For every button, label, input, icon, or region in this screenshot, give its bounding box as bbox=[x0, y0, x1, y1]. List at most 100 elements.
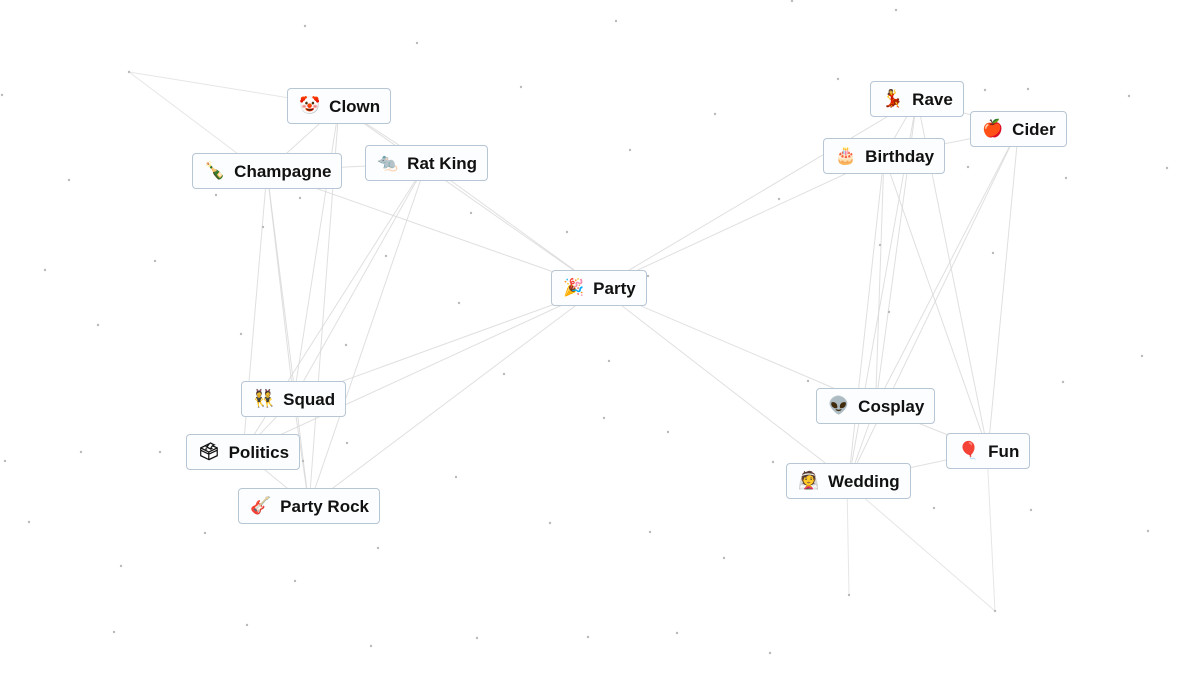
element-politics[interactable]: 🗳 Politics bbox=[186, 434, 301, 470]
background-dot bbox=[993, 609, 997, 613]
background-dot bbox=[983, 88, 987, 92]
element-rat-king[interactable]: 🐀 Rat King bbox=[365, 145, 489, 181]
element-party-rock[interactable]: 🎸 Party Rock bbox=[238, 488, 380, 524]
element-label: Squad bbox=[283, 389, 336, 409]
background-dot bbox=[67, 178, 71, 182]
background-dot bbox=[261, 225, 265, 229]
connection-line bbox=[598, 98, 918, 289]
element-cider[interactable]: 🍎 Cider bbox=[970, 111, 1067, 147]
background-dot bbox=[344, 343, 348, 347]
element-label: Party Rock bbox=[280, 496, 369, 516]
ballot-box-icon: 🗳 bbox=[198, 441, 220, 462]
background-dot bbox=[607, 359, 611, 363]
background-dot bbox=[127, 70, 131, 74]
clown-icon: 🤡 bbox=[299, 95, 321, 116]
connection-line bbox=[293, 162, 427, 400]
crafting-canvas[interactable]: 🤡 Clown 🍾 Champagne 🐀 Rat King 🎉 Party 💃… bbox=[0, 0, 1200, 675]
background-dot bbox=[43, 268, 47, 272]
element-squad[interactable]: 👯 Squad bbox=[241, 381, 347, 417]
element-fun[interactable]: 🎈 Fun bbox=[946, 433, 1031, 469]
champagne-bottle-icon: 🍾 bbox=[204, 160, 226, 181]
background-dot bbox=[376, 546, 380, 550]
background-dot bbox=[96, 323, 100, 327]
background-dot bbox=[119, 564, 123, 568]
party-popper-icon: 🎉 bbox=[563, 277, 585, 298]
background-dot bbox=[203, 531, 207, 535]
background-dot bbox=[245, 623, 249, 627]
background-dot bbox=[713, 112, 717, 116]
background-dot bbox=[415, 41, 419, 45]
element-label: Party bbox=[593, 278, 636, 298]
background-dot bbox=[932, 506, 936, 510]
background-dot bbox=[586, 635, 590, 639]
background-dot bbox=[1064, 176, 1068, 180]
background-dot bbox=[1061, 380, 1065, 384]
background-dot bbox=[3, 459, 7, 463]
alien-icon: 👽 bbox=[828, 395, 850, 416]
background-dot bbox=[469, 211, 473, 215]
background-dot bbox=[565, 230, 569, 234]
element-wedding[interactable]: 👰 Wedding bbox=[786, 463, 911, 499]
background-dot bbox=[0, 93, 4, 97]
element-label: Rave bbox=[912, 89, 953, 109]
background-dot bbox=[457, 301, 461, 305]
background-dot bbox=[293, 579, 297, 583]
guitar-icon: 🎸 bbox=[250, 495, 272, 516]
background-dot bbox=[112, 630, 116, 634]
background-dot bbox=[1165, 166, 1169, 170]
element-label: Rat King bbox=[407, 153, 478, 173]
background-dot bbox=[722, 556, 726, 560]
background-dot bbox=[214, 193, 218, 197]
element-clown[interactable]: 🤡 Clown bbox=[287, 88, 392, 124]
background-dot bbox=[966, 165, 970, 169]
connection-line bbox=[846, 482, 850, 596]
background-dot bbox=[1140, 354, 1144, 358]
apple-icon: 🍎 bbox=[982, 118, 1004, 139]
element-label: Birthday bbox=[865, 146, 935, 166]
connection-line bbox=[598, 155, 885, 289]
background-dot bbox=[384, 254, 388, 258]
background-dot bbox=[27, 520, 31, 524]
background-dot bbox=[1127, 94, 1131, 98]
background-dot bbox=[777, 197, 781, 201]
connection-line bbox=[308, 162, 427, 507]
background-dot bbox=[303, 24, 307, 28]
background-dot bbox=[991, 251, 995, 255]
background-dot bbox=[847, 593, 851, 597]
connection-line bbox=[846, 482, 996, 612]
background-dot bbox=[153, 259, 157, 263]
element-birthday[interactable]: 🎂 Birthday bbox=[823, 138, 946, 174]
element-label: Champagne bbox=[234, 161, 332, 181]
birthday-cake-icon: 🎂 bbox=[835, 145, 857, 166]
background-dot bbox=[345, 441, 349, 445]
background-dot bbox=[79, 450, 83, 454]
element-cosplay[interactable]: 👽 Cosplay bbox=[816, 388, 936, 424]
background-dot bbox=[298, 196, 302, 200]
background-dot bbox=[878, 243, 882, 247]
background-dot bbox=[675, 631, 679, 635]
element-champagne[interactable]: 🍾 Champagne bbox=[192, 153, 343, 189]
background-dot bbox=[301, 459, 305, 463]
connection-line bbox=[293, 105, 340, 400]
background-dot bbox=[646, 274, 650, 278]
background-dot bbox=[806, 379, 810, 383]
balloon-icon: 🎈 bbox=[958, 440, 980, 461]
background-dot bbox=[602, 416, 606, 420]
connection-line bbox=[338, 105, 600, 289]
element-label: Cider bbox=[1012, 119, 1056, 139]
element-label: Fun bbox=[988, 441, 1020, 461]
element-rave[interactable]: 💃 Rave bbox=[870, 81, 964, 117]
background-dot bbox=[836, 77, 840, 81]
background-dot bbox=[548, 521, 552, 525]
background-dot bbox=[1029, 508, 1033, 512]
element-label: Cosplay bbox=[858, 396, 925, 416]
connection-line bbox=[308, 287, 600, 507]
background-dot bbox=[768, 651, 772, 655]
dancer-icon: 💃 bbox=[882, 88, 904, 109]
background-dot bbox=[502, 372, 506, 376]
element-party[interactable]: 🎉 Party bbox=[551, 270, 647, 306]
background-dot bbox=[648, 530, 652, 534]
background-dot bbox=[369, 644, 373, 648]
background-dot bbox=[158, 450, 162, 454]
background-dot bbox=[519, 85, 523, 89]
